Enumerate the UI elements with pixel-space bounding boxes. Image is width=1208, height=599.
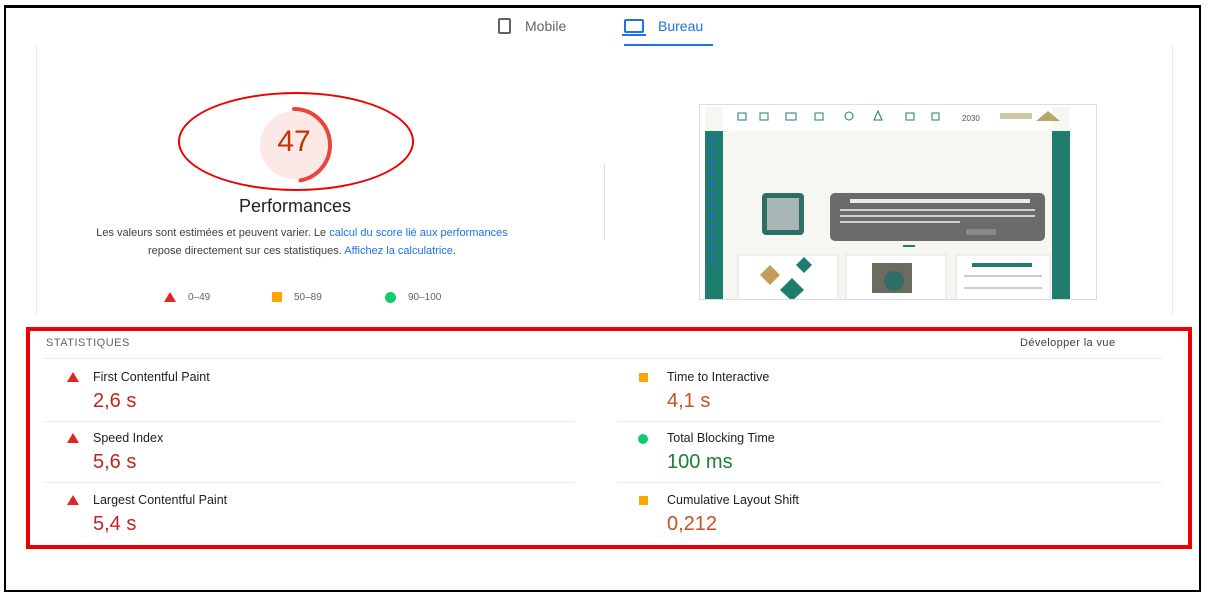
- page-screenshot: 2030: [699, 104, 1097, 300]
- stats-heading: STATISTIQUES: [46, 337, 130, 349]
- legend-poor: 0–49: [164, 290, 210, 304]
- phone-icon: [498, 18, 511, 34]
- metric-name: Cumulative Layout Shift: [667, 493, 800, 507]
- legend-average-label: 50–89: [294, 291, 322, 303]
- annotation-rectangle: [26, 327, 1192, 549]
- laptop-icon: [622, 19, 646, 36]
- calculator-link[interactable]: Affichez la calculatrice: [344, 245, 453, 257]
- metric-name: Total Blocking Time: [667, 431, 775, 445]
- square-icon: [639, 496, 648, 505]
- circle-icon: [385, 291, 396, 303]
- screenshot-image: 2030: [700, 105, 1096, 299]
- desc-prefix: Les valeurs sont estimées et peuvent var…: [96, 227, 327, 239]
- metric-divider: [44, 421, 574, 422]
- metric-value: 2,6 s: [93, 390, 137, 412]
- metric-value: 5,4 s: [93, 513, 137, 535]
- legend-good-label: 90–100: [408, 291, 442, 303]
- triangle-icon: [67, 372, 79, 382]
- triangle-icon: [164, 292, 176, 302]
- desc-end: .: [452, 245, 456, 257]
- legend-poor-label: 0–49: [188, 291, 211, 303]
- metric-value: 5,6 s: [93, 451, 137, 473]
- tab-bureau[interactable]: Bureau: [622, 16, 704, 36]
- metric-divider: [44, 482, 574, 483]
- legend-average: 50–89: [272, 290, 322, 304]
- tab-mobile-label: Mobile: [525, 18, 567, 34]
- square-icon: [272, 292, 282, 302]
- desc-mid: repose directement sur ces statistiques.: [148, 245, 342, 257]
- metric-name: Time to Interactive: [667, 370, 770, 384]
- metric-name: First Contentful Paint: [93, 370, 210, 384]
- content-border-left: [36, 46, 37, 316]
- score-calc-link[interactable]: calcul du score lié aux performances: [329, 227, 508, 239]
- metric-value: 4,1 s: [667, 390, 711, 412]
- content-border-right: [1172, 46, 1173, 316]
- metric-divider: [618, 421, 1162, 422]
- expand-view-button[interactable]: Développer la vue: [1020, 337, 1115, 349]
- tab-bureau-label: Bureau: [658, 18, 704, 34]
- circle-icon: [638, 434, 648, 444]
- active-tab-indicator: [624, 44, 713, 46]
- metric-divider: [618, 482, 1162, 483]
- metric-value: 100 ms: [667, 451, 733, 473]
- metric-name: Largest Contentful Paint: [93, 493, 228, 507]
- tab-mobile[interactable]: Mobile: [498, 16, 566, 36]
- annotation-ellipse: [178, 92, 414, 191]
- vision-badge: 2030: [962, 114, 980, 123]
- square-icon: [639, 373, 648, 382]
- metric-name: Speed Index: [93, 431, 164, 445]
- performance-description: Les valeurs sont estimées et peuvent var…: [84, 224, 520, 260]
- performance-title: Performances: [238, 196, 352, 216]
- section-divider: [604, 164, 605, 240]
- triangle-icon: [67, 495, 79, 505]
- metric-value: 0,212: [667, 513, 718, 535]
- stats-header-divider: [44, 358, 1162, 359]
- legend-good: 90–100: [385, 290, 441, 304]
- triangle-icon: [67, 433, 79, 443]
